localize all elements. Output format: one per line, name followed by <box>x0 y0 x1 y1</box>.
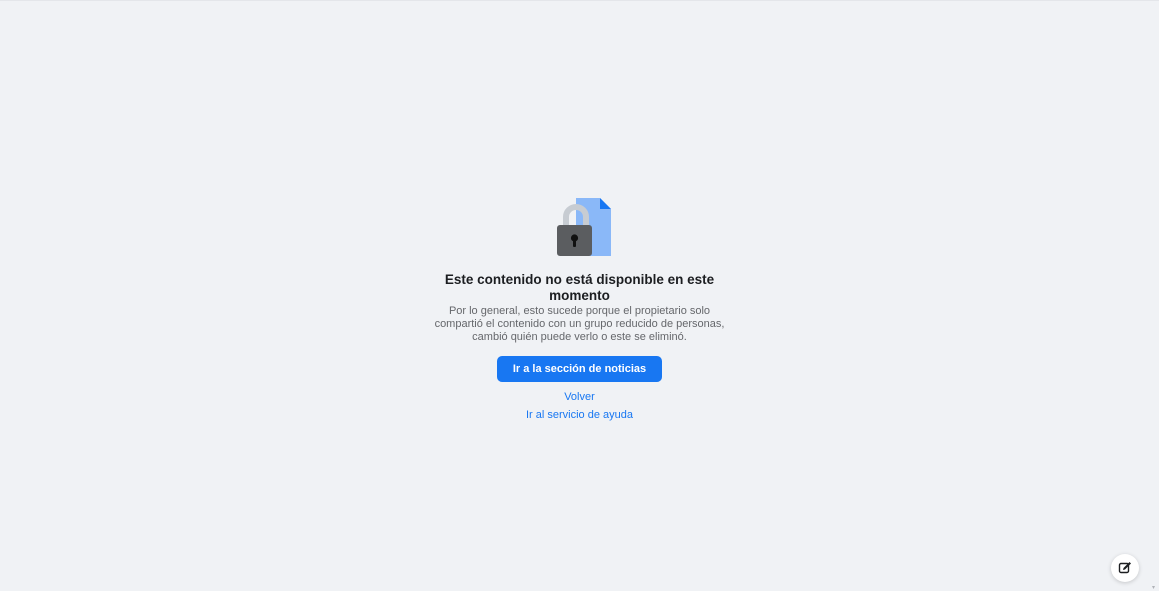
locked-document-icon <box>554 197 612 259</box>
unavailable-content-page: Este contenido no está disponible en est… <box>0 0 1159 591</box>
new-message-icon <box>1118 561 1132 575</box>
back-link[interactable]: Volver <box>564 390 595 404</box>
scroll-corner-indicator: ▾ <box>1152 585 1156 591</box>
go-to-news-feed-button[interactable]: Ir a la sección de noticias <box>497 356 662 382</box>
help-center-link[interactable]: Ir al servicio de ayuda <box>526 408 633 422</box>
page-title: Este contenido no está disponible en est… <box>444 272 715 303</box>
unavailable-content-panel: Este contenido no está disponible en est… <box>0 197 1159 422</box>
new-message-button[interactable] <box>1111 554 1139 582</box>
page-description: Por lo general, esto sucede porque el pr… <box>434 305 725 343</box>
